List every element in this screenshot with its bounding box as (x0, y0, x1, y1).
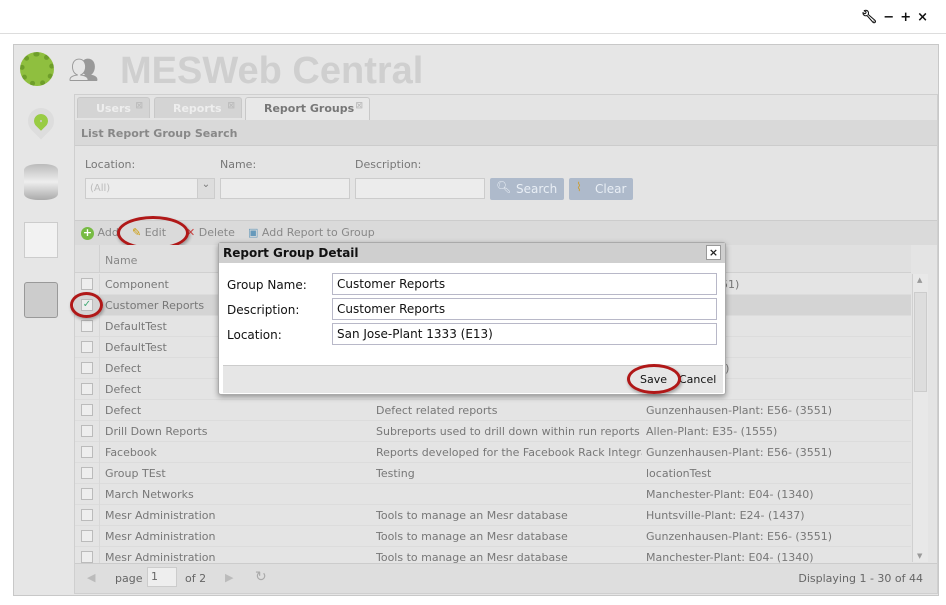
tab-report-groups[interactable]: Report Groups ⊠ (245, 97, 370, 120)
table-row[interactable]: Mesr Administration Tools to manage an M… (75, 505, 911, 526)
close-tab-icon[interactable]: ⊠ (227, 101, 235, 111)
app-title: MESWeb Central (120, 50, 424, 92)
row-checkbox[interactable] (81, 278, 93, 290)
cell-location: Gunzenhausen-Plant: E56- (3551) (646, 446, 833, 459)
pager: ◀ page 1 of 2 ▶ ↻ Displaying 1 - 30 of 4… (75, 563, 937, 593)
table-row[interactable]: Facebook Reports developed for the Faceb… (75, 442, 911, 463)
cell-description: Subreports used to drill down within run… (376, 425, 640, 438)
grid-scrollbar[interactable]: ▲ ▼ (912, 274, 928, 562)
gear-logo-icon (20, 52, 54, 86)
maximize-icon[interactable]: + (900, 10, 917, 25)
cell-name: Drill Down Reports (105, 425, 208, 438)
row-checkbox[interactable] (81, 551, 93, 563)
top-bar: 🔧︎−+× (0, 0, 946, 34)
cell-name: Mesr Administration (105, 509, 216, 522)
name-input[interactable] (220, 178, 350, 199)
cell-location: Huntsville-Plant: E24- (1437) (646, 509, 805, 522)
row-checkbox[interactable] (81, 341, 93, 353)
name-label: Name: (220, 158, 257, 171)
location-select[interactable]: (All) ⌄ (85, 178, 215, 199)
display-count: Displaying 1 - 30 of 44 (798, 572, 923, 585)
delete-button[interactable]: ✕ Delete (186, 226, 235, 239)
users-icon: 👥︎ (68, 56, 99, 84)
close-icon[interactable]: × (706, 245, 721, 260)
page-input[interactable]: 1 (147, 567, 177, 587)
highlight-ring (70, 292, 103, 318)
row-checkbox[interactable] (81, 509, 93, 521)
cell-location: locationTest (646, 467, 712, 480)
cell-location: Gunzenhausen-Plant: E56- (3551) (646, 530, 833, 543)
package-icon[interactable] (24, 282, 58, 318)
cell-name: Mesr Administration (105, 530, 216, 543)
refresh-icon[interactable]: ↻ (255, 569, 267, 585)
cancel-button[interactable]: Cancel (679, 373, 716, 386)
highlight-ring (627, 364, 681, 394)
row-checkbox[interactable] (81, 467, 93, 479)
tab-reports[interactable]: Reports ⊠ (154, 97, 242, 118)
cell-location: Manchester-Plant: E04- (1340) (646, 488, 814, 501)
scroll-down-icon[interactable]: ▼ (917, 552, 922, 560)
close-icon[interactable]: × (917, 10, 934, 25)
cell-description: Defect related reports (376, 404, 498, 417)
cell-description: Reports developed for the Facebook Rack … (376, 446, 642, 459)
add-report-to-group-button[interactable]: ▣ Add Report to Group (248, 226, 375, 239)
report-icon[interactable] (24, 222, 58, 258)
row-checkbox[interactable] (81, 488, 93, 500)
row-checkbox[interactable] (81, 425, 93, 437)
cell-location: Allen-Plant: E35- (1555) (646, 425, 778, 438)
row-checkbox[interactable] (81, 446, 93, 458)
table-row[interactable]: Group TEst Testing locationTest (75, 463, 911, 484)
description-label: Description: (355, 158, 422, 171)
row-checkbox[interactable] (81, 404, 93, 416)
group-name-label: Group Name: (227, 278, 307, 292)
cell-name: Group TEst (105, 467, 166, 480)
row-checkbox[interactable] (81, 383, 93, 395)
magnifier-icon: 🔍︎ (496, 180, 512, 194)
location-label: Location: (85, 158, 136, 171)
window-controls: 🔧︎−+× (861, 10, 934, 25)
row-checkbox[interactable] (81, 530, 93, 542)
scroll-up-icon[interactable]: ▲ (917, 276, 922, 284)
database-icon[interactable] (24, 164, 58, 200)
row-checkbox[interactable] (81, 320, 93, 332)
minimize-icon[interactable]: − (883, 10, 900, 25)
plus-icon: + (81, 226, 94, 240)
wrench-icon[interactable]: 🔧︎ (861, 10, 884, 25)
description-input[interactable]: Customer Reports (332, 298, 717, 320)
column-header-name[interactable]: Name (105, 254, 137, 267)
prev-page-icon[interactable]: ◀ (87, 571, 95, 584)
chevron-down-icon[interactable]: ⌄ (197, 179, 214, 198)
add-button[interactable]: + Add (81, 226, 119, 240)
add-report-icon: ▣ (248, 226, 259, 239)
search-button[interactable]: 🔍︎ Search (490, 178, 564, 200)
cell-location: Gunzenhausen-Plant: E56- (3551) (646, 404, 833, 417)
close-tab-icon[interactable]: ⊠ (355, 101, 363, 111)
cell-name: Facebook (105, 446, 157, 459)
table-row[interactable]: Mesr Administration Tools to manage an M… (75, 526, 911, 547)
description-label: Description: (227, 303, 300, 317)
dialog-title: Report Group Detail × (219, 243, 725, 263)
close-tab-icon[interactable]: ⊠ (135, 101, 143, 111)
table-row[interactable]: Drill Down Reports Subreports used to dr… (75, 421, 911, 442)
scroll-thumb[interactable] (914, 292, 927, 392)
clear-button[interactable]: ⌇ Clear (569, 178, 633, 200)
tab-users[interactable]: Users ⊠ (77, 97, 150, 118)
table-row[interactable]: Defect Defect related reports Gunzenhaus… (75, 400, 911, 421)
search-panel-title: List Report Group Search (75, 120, 937, 146)
location-pin-icon[interactable] (22, 102, 60, 144)
cell-description: Tools to manage an Mesr database (376, 509, 568, 522)
next-page-icon[interactable]: ▶ (225, 571, 233, 584)
row-checkbox[interactable] (81, 362, 93, 374)
cell-name: March Networks (105, 488, 194, 501)
table-row[interactable]: March Networks Manchester-Plant: E04- (1… (75, 484, 911, 505)
description-input[interactable] (355, 178, 485, 199)
group-name-input[interactable]: Customer Reports (332, 273, 717, 295)
location-input[interactable]: San Jose-Plant 1333 (E13) (332, 323, 717, 345)
cell-description: Tools to manage an Mesr database (376, 530, 568, 543)
cell-description: Testing (376, 467, 415, 480)
cell-name: Defect (105, 404, 142, 417)
location-label: Location: (227, 328, 282, 342)
broom-icon: ⌇ (576, 180, 582, 194)
